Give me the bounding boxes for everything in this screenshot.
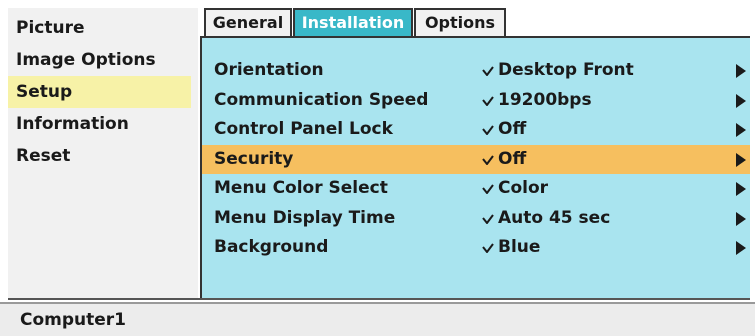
- checkmark-icon: [482, 56, 496, 85]
- setting-label: Menu Color Select: [214, 178, 388, 198]
- setting-label: Menu Display Time: [214, 207, 396, 228]
- setting-label: Background: [214, 237, 329, 257]
- divider: [8, 298, 750, 300]
- input-source-label: Computer1: [20, 310, 127, 330]
- setting-label: Security: [214, 148, 294, 169]
- setting-label: Orientation: [214, 60, 324, 80]
- arrow-right-icon[interactable]: [736, 152, 746, 167]
- menu-item-information[interactable]: Information: [8, 108, 191, 140]
- setting-value: 19200bps: [498, 89, 592, 110]
- menu-item-setup[interactable]: Setup: [8, 76, 191, 108]
- checkmark-icon: [482, 204, 496, 233]
- menu-item-image-options[interactable]: Image Options: [8, 44, 191, 76]
- status-bar: Computer1: [0, 302, 755, 336]
- setting-label: Communication Speed: [214, 89, 429, 110]
- setting-row-menu-display-time[interactable]: Menu Display Time Auto 45 sec: [202, 204, 750, 233]
- setting-row-control-panel-lock[interactable]: Control Panel Lock Off: [202, 115, 750, 144]
- checkmark-icon: [482, 115, 496, 144]
- setting-row-communication-speed[interactable]: Communication Speed 19200bps: [202, 86, 750, 115]
- menu-item-picture[interactable]: Picture: [8, 12, 191, 44]
- setting-value: Color: [498, 178, 549, 198]
- setting-row-menu-color-select[interactable]: Menu Color Select Color: [202, 174, 750, 203]
- arrow-right-icon[interactable]: [736, 93, 746, 108]
- checkmark-icon: [482, 86, 496, 115]
- projector-menu: Picture Image Options Setup Information …: [0, 0, 755, 336]
- setting-row-security[interactable]: Security Off: [202, 144, 750, 174]
- setting-row-background[interactable]: Background Blue: [202, 233, 750, 262]
- tab-options[interactable]: Options: [414, 8, 506, 36]
- setting-value: Off: [498, 148, 527, 169]
- setting-label: Control Panel Lock: [214, 119, 393, 139]
- arrow-right-icon[interactable]: [736, 241, 746, 255]
- main-menu: Picture Image Options Setup Information …: [8, 8, 198, 298]
- setting-value: Desktop Front: [498, 60, 634, 80]
- arrow-right-icon[interactable]: [736, 64, 746, 78]
- checkmark-icon: [482, 145, 496, 174]
- setting-value: Off: [498, 119, 527, 139]
- arrow-right-icon[interactable]: [736, 182, 746, 196]
- tab-general[interactable]: General: [204, 8, 292, 36]
- checkmark-icon: [482, 174, 496, 203]
- tab-installation[interactable]: Installation: [293, 8, 413, 36]
- setting-value: Blue: [498, 237, 541, 257]
- arrow-right-icon[interactable]: [736, 211, 746, 226]
- setting-row-orientation[interactable]: Orientation Desktop Front: [202, 56, 750, 85]
- arrow-right-icon[interactable]: [736, 123, 746, 137]
- settings-panel: Orientation Desktop Front Communication Sp…: [200, 36, 750, 298]
- checkmark-icon: [482, 233, 496, 262]
- menu-item-reset[interactable]: Reset: [8, 140, 191, 172]
- setting-value: Auto 45 sec: [498, 207, 611, 228]
